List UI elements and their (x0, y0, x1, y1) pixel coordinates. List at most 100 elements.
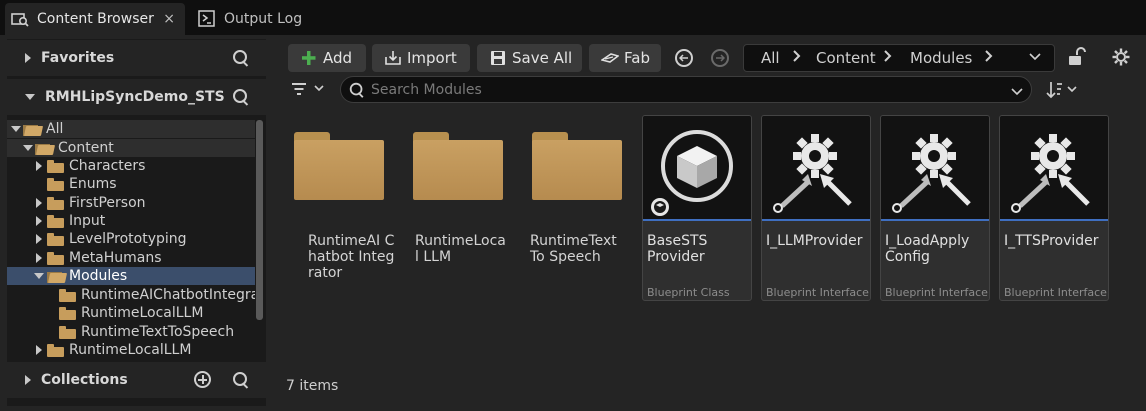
asset-tile[interactable]: I_LLMProvider Blueprint Interface (761, 115, 871, 301)
tree-label: Input (69, 213, 106, 229)
folder-icon (294, 132, 384, 200)
chevron-right-icon[interactable] (984, 50, 994, 66)
gear-icon (773, 134, 852, 213)
folder-icon (47, 233, 64, 246)
asset-thumbnail (881, 116, 989, 221)
import-icon (384, 50, 402, 66)
tree-label: FirstPerson (69, 195, 146, 211)
chevron-down-icon[interactable] (1011, 85, 1023, 101)
tree-item-firstperson[interactable]: FirstPerson (7, 194, 255, 212)
tree-item-metahumans[interactable]: MetaHumans (7, 249, 255, 267)
tree-item-content[interactable]: Content (7, 139, 255, 157)
chevron-right-icon[interactable] (883, 50, 893, 66)
folder-tile[interactable]: RuntimeLocal LLM (409, 118, 519, 298)
chevron-right-icon (25, 53, 31, 63)
close-tab-icon[interactable]: × (163, 11, 175, 27)
folder-icon (47, 178, 64, 191)
chevron-down-icon (11, 126, 21, 132)
back-button[interactable] (675, 49, 693, 67)
folder-tile[interactable]: RuntimeTextTo Speech (528, 118, 638, 298)
chevron-down-icon (34, 273, 44, 279)
chevron-right-icon[interactable] (792, 50, 802, 66)
asset-thumbnail (643, 116, 751, 221)
folder-open-icon (47, 270, 68, 283)
folder-icon (47, 252, 64, 265)
settings-gear-icon[interactable] (1112, 48, 1130, 70)
tree-item-modules[interactable]: Modules (7, 267, 255, 285)
output-log-icon (198, 10, 216, 28)
fab-button[interactable]: Fab (589, 44, 661, 72)
plus-icon (300, 50, 318, 66)
add-label: Add (323, 49, 353, 67)
asset-name: I_LLMProvider (766, 233, 863, 249)
lock-icon[interactable] (1068, 47, 1086, 71)
asset-tile[interactable]: I_TTSProvider Blueprint Interface (999, 115, 1109, 301)
breadcrumb-all[interactable]: All (761, 49, 780, 67)
tab-content-browser[interactable]: Content Browser × (5, 3, 185, 35)
folder-name: RuntimeTextTo Speech (530, 233, 617, 265)
folder-icon (47, 344, 64, 357)
tree-scrollbar[interactable] (256, 120, 263, 320)
folder-icon (47, 215, 64, 228)
asset-tile[interactable]: I_LoadApply Config Blueprint Interface (880, 115, 990, 301)
tree-label: LevelPrototyping (69, 231, 187, 247)
tree-label: MetaHumans (69, 250, 162, 266)
tree-item-runtimelocalllm-root[interactable]: RuntimeLocalLLM (7, 341, 255, 359)
breadcrumb: All Content Modules (743, 44, 1055, 72)
search-icon (349, 82, 364, 97)
asset-tile[interactable]: BaseSTS Provider Blueprint Class (642, 115, 752, 301)
tab-bar: Content Browser × Output Log (0, 0, 1146, 37)
search-icon[interactable] (233, 89, 249, 105)
chevron-down-icon (23, 145, 33, 151)
breadcrumb-modules[interactable]: Modules (910, 49, 972, 67)
tree-item-runtimeaichatbotintegrator[interactable]: RuntimeAIChatbotIntegra (7, 286, 255, 304)
filter-icon[interactable] (291, 82, 331, 100)
chevron-right-icon (36, 198, 42, 208)
fab-icon (600, 50, 620, 66)
add-collection-icon[interactable] (194, 371, 211, 388)
tab-label: Content Browser (37, 11, 154, 27)
folder-tree: All Content Characters Enums FirstPerson… (7, 119, 255, 359)
folder-open-icon (23, 123, 44, 136)
cube-icon (651, 130, 733, 216)
asset-type: Blueprint Interface (766, 286, 869, 299)
content-browser-icon (11, 10, 29, 28)
search-icon[interactable] (233, 50, 249, 66)
project-label: RMHLipSyncDemo_STS (45, 89, 225, 105)
tree-item-characters[interactable]: Characters (7, 157, 255, 175)
tree-item-levelprototyping[interactable]: LevelPrototyping (7, 230, 255, 248)
gear-icon (1011, 134, 1090, 213)
asset-type: Blueprint Interface (885, 286, 988, 299)
chevron-right-icon (25, 375, 31, 385)
asset-name: I_TTSProvider (1004, 233, 1099, 249)
sort-icon[interactable] (1046, 80, 1082, 104)
asset-type: Blueprint Interface (1004, 286, 1107, 299)
add-button[interactable]: Add (288, 44, 366, 72)
search-input[interactable] (371, 80, 991, 100)
folder-icon (413, 132, 503, 200)
save-all-button[interactable]: Save All (477, 44, 582, 72)
asset-thumbnail (1000, 116, 1108, 221)
asset-name: I_LoadApply Config (885, 233, 970, 265)
folder-tile[interactable]: RuntimeAI Chatbot Integrator (290, 118, 400, 298)
import-button[interactable]: Import (372, 44, 470, 72)
forward-button[interactable] (711, 49, 729, 67)
tree-item-input[interactable]: Input (7, 212, 255, 230)
breadcrumb-content[interactable]: Content (816, 49, 876, 67)
tree-label: RuntimeLocalLLM (69, 342, 192, 358)
tree-item-runtimetexttospeech[interactable]: RuntimeTextToSpeech (7, 323, 255, 341)
project-header[interactable]: RMHLipSyncDemo_STS (7, 79, 266, 115)
folder-name: RuntimeAI Chatbot Integrator (308, 233, 395, 281)
chevron-right-icon (36, 234, 42, 244)
tab-output-log[interactable]: Output Log (192, 3, 312, 35)
search-icon[interactable] (233, 372, 249, 388)
tree-item-runtimelocalllm[interactable]: RuntimeLocalLLM (7, 304, 255, 322)
collections-header[interactable]: Collections (7, 362, 266, 398)
chevron-right-icon (36, 161, 42, 171)
chevron-right-icon (36, 345, 42, 355)
tree-item-enums[interactable]: Enums (7, 175, 255, 193)
favorites-header[interactable]: Favorites (7, 40, 266, 76)
tree-item-all[interactable]: All (7, 120, 255, 138)
tree-label: RuntimeAIChatbotIntegra (81, 287, 255, 303)
chevron-down-icon[interactable] (1029, 51, 1041, 66)
